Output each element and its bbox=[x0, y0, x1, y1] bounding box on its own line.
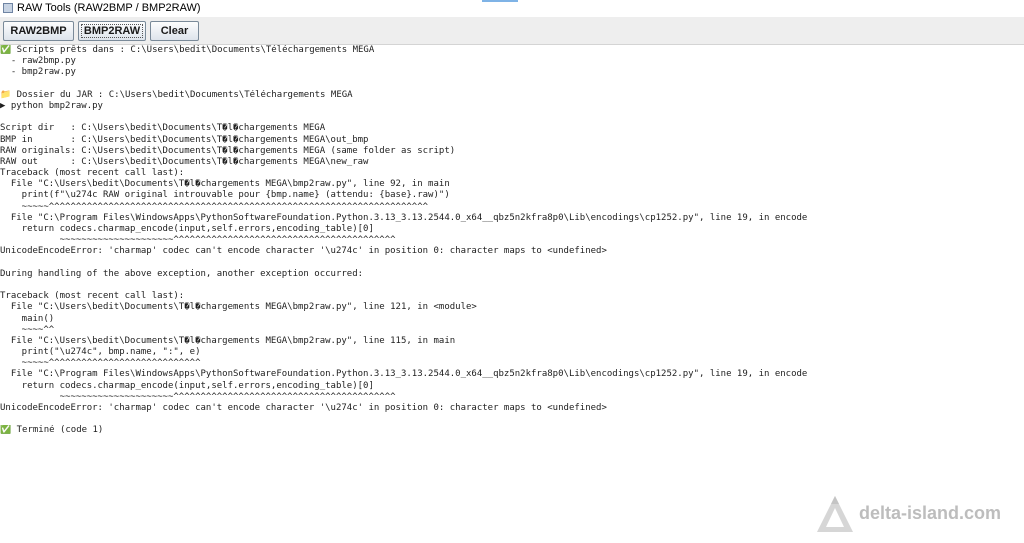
console-line: print(f"\u274c RAW original introuvable … bbox=[0, 190, 450, 201]
bmp2raw-button[interactable]: BMP2RAW bbox=[78, 21, 146, 41]
window-app-icon bbox=[3, 3, 13, 13]
console-line: ~~~~~^^^^^^^^^^^^^^^^^^^^^^^^^^^^ bbox=[0, 358, 201, 369]
console-line: ~~~~~~~~~~~~~~~~~~~~~^^^^^^^^^^^^^^^^^^^… bbox=[0, 235, 396, 246]
console-line: 📁 Dossier du JAR : C:\Users\bedit\Docume… bbox=[0, 89, 353, 100]
console-line: ✅ Terminé (code 1) bbox=[0, 425, 104, 436]
console-line: RAW out : C:\Users\bedit\Documents\T�l�c… bbox=[0, 156, 369, 167]
console-line: ~~~~^^ bbox=[0, 324, 55, 335]
console-line: During handling of the above exception, … bbox=[0, 268, 364, 279]
console-line: print("\u274c", bmp.name, ":", e) bbox=[0, 347, 201, 358]
console-output[interactable]: ✅ Scripts prêts dans : C:\Users\bedit\Do… bbox=[0, 44, 1024, 543]
console-line: File "C:\Program Files\WindowsApps\Pytho… bbox=[0, 212, 808, 223]
console-line: - raw2bmp.py bbox=[0, 56, 76, 67]
window-title: RAW Tools (RAW2BMP / BMP2RAW) bbox=[17, 2, 201, 14]
console-line: UnicodeEncodeError: 'charmap' codec can'… bbox=[0, 246, 607, 257]
console-line: Script dir : C:\Users\bedit\Documents\T�… bbox=[0, 123, 326, 134]
console-line: ▶ python bmp2raw.py bbox=[0, 100, 103, 111]
bmp2raw-button-label: BMP2RAW bbox=[80, 24, 144, 38]
console-line: File "C:\Users\bedit\Documents\T�l�charg… bbox=[0, 302, 477, 313]
console-line: ✅ Scripts prêts dans : C:\Users\bedit\Do… bbox=[0, 45, 375, 55]
console-line: return codecs.charmap_encode(input,self.… bbox=[0, 380, 374, 391]
console-line: - bmp2raw.py bbox=[0, 67, 76, 78]
watermark-text: delta-island.com bbox=[859, 503, 1002, 523]
title-accent-strip bbox=[482, 0, 518, 2]
console-line: BMP in : C:\Users\bedit\Documents\T�l�ch… bbox=[0, 134, 369, 145]
clear-button[interactable]: Clear bbox=[150, 21, 199, 41]
console-line: return codecs.charmap_encode(input,self.… bbox=[0, 224, 374, 234]
raw2bmp-button[interactable]: RAW2BMP bbox=[3, 21, 74, 41]
console-line: ~~~~~~~~~~~~~~~~~~~~~^^^^^^^^^^^^^^^^^^^… bbox=[0, 391, 396, 402]
console-line: UnicodeEncodeError: 'charmap' codec can'… bbox=[0, 403, 607, 413]
console-line: RAW originals: C:\Users\bedit\Documents\… bbox=[0, 145, 456, 156]
toolbar: RAW2BMP BMP2RAW Clear bbox=[0, 17, 1024, 44]
console-line: Traceback (most recent call last): bbox=[0, 168, 185, 179]
console-line: File "C:\Users\bedit\Documents\T�l�charg… bbox=[0, 179, 450, 190]
console-line: File "C:\Users\bedit\Documents\T�l�charg… bbox=[0, 335, 456, 346]
console-line: Traceback (most recent call last): bbox=[0, 291, 185, 302]
title-bar: RAW Tools (RAW2BMP / BMP2RAW) bbox=[0, 0, 1024, 18]
watermark: delta-island.com bbox=[815, 494, 1020, 534]
console-line: main() bbox=[0, 313, 55, 324]
console-line: File "C:\Program Files\WindowsApps\Pytho… bbox=[0, 369, 808, 380]
delta-logo-icon bbox=[817, 496, 853, 532]
console-line: ~~~~~^^^^^^^^^^^^^^^^^^^^^^^^^^^^^^^^^^^… bbox=[0, 201, 429, 212]
